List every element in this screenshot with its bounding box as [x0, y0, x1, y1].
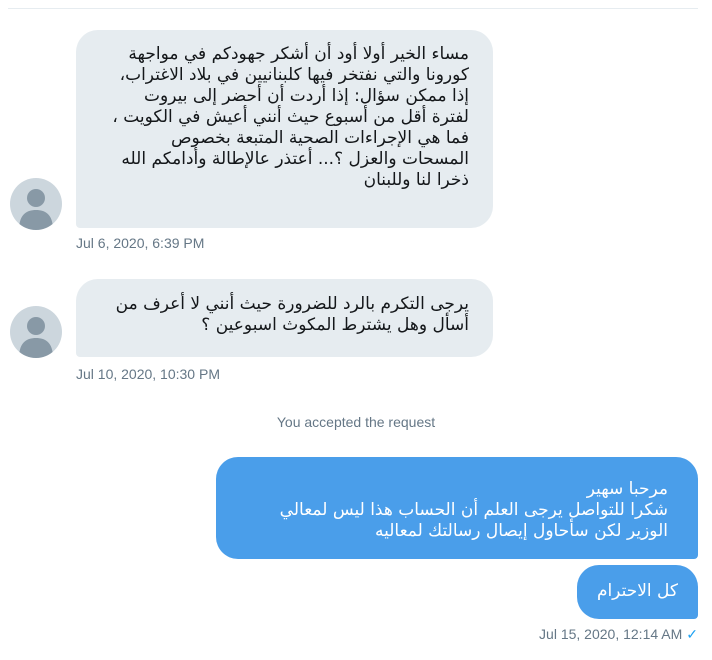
- reply-timestamp: Jul 15, 2020, 12:14 AM: [539, 626, 683, 642]
- top-divider: [8, 8, 698, 9]
- message-text: مساء الخير أولا أود أن أشكر جهودكم في مو…: [128, 44, 469, 64]
- request-accepted-note: You accepted the request: [276, 414, 436, 430]
- message-text: كورونا والتي نفتخر فيها كلبنانيين في بلا…: [119, 65, 469, 85]
- message-text: يرجى التكرم بالرد للضرورة حيث أنني لا أع…: [115, 294, 469, 314]
- reply-text: مرحبا سهير: [586, 479, 668, 499]
- message-text: لفترة أقل من أسبوع حيث أنني أعيش في الكو…: [112, 107, 469, 127]
- reply-bubble[interactable]: كل الاحترام: [577, 565, 698, 619]
- checkmark-icon: ✓: [686, 626, 698, 642]
- avatar[interactable]: [10, 178, 62, 230]
- message-bubble[interactable]: مساء الخير أولا أود أن أشكر جهودكم في مو…: [76, 30, 493, 228]
- avatar[interactable]: [10, 306, 62, 358]
- reply-text: كل الاحترام: [596, 581, 678, 601]
- default-avatar-icon: [10, 178, 62, 230]
- reply-text: شكرا للتواصل يرجى العلم أن الحساب هذا لي…: [279, 500, 668, 520]
- reply-text: الوزير لكن سأحاول إيصال رسالتك لمعاليه: [374, 521, 668, 541]
- reply-bubble[interactable]: مرحبا سهير شكرا للتواصل يرجى العلم أن ال…: [216, 457, 698, 559]
- message-timestamp: Jul 6, 2020, 6:39 PM: [76, 235, 205, 251]
- message-bubble[interactable]: يرجى التكرم بالرد للضرورة حيث أنني لا أع…: [76, 279, 493, 357]
- message-text: ذخرا لنا وللبنان: [363, 170, 469, 190]
- reply-timestamp-row: Jul 15, 2020, 12:14 AM ✓: [539, 626, 698, 643]
- message-text: إذا ممكن سؤال: إذا أردت أن أحضر إلى بيرو…: [144, 86, 469, 106]
- default-avatar-icon: [10, 306, 62, 358]
- message-timestamp: Jul 10, 2020, 10:30 PM: [76, 366, 220, 382]
- message-text: فما هي الإجراءات الصحية المتبعة بخصوص: [171, 128, 469, 148]
- message-text: المسحات والعزل ؟... أعتذر عالإطالة وأدام…: [121, 149, 469, 169]
- message-text: أسأل وهل يشترط المكوث اسبوعين ؟: [201, 315, 469, 335]
